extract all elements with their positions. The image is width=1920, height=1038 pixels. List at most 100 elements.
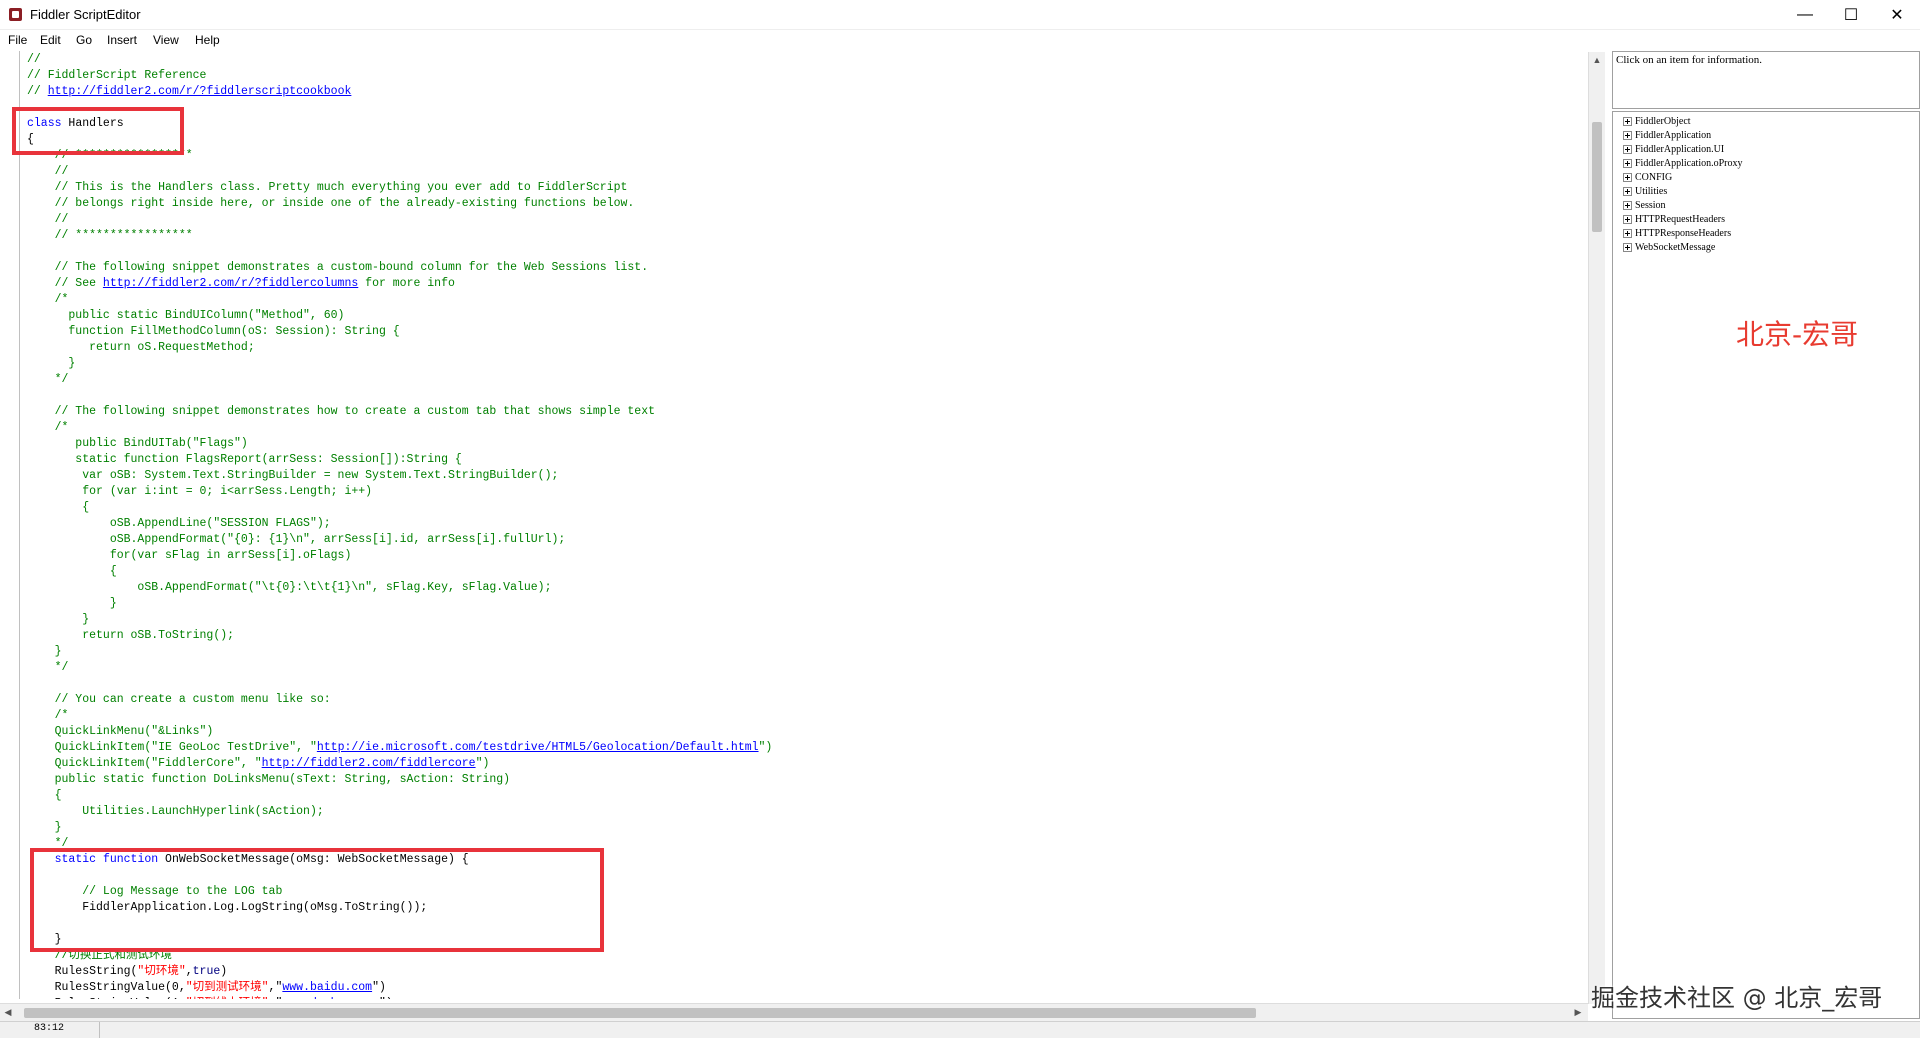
code-line[interactable]: for(var sFlag in arrSess[i].oFlags) <box>27 548 352 564</box>
code-line[interactable]: } <box>27 596 117 612</box>
code-line[interactable]: // <box>27 164 69 180</box>
vertical-scrollbar[interactable]: ▲ <box>1588 52 1605 1004</box>
minimize-button[interactable]: — <box>1782 0 1828 29</box>
code-token: // <box>27 213 69 226</box>
code-line[interactable]: { <box>27 788 62 804</box>
code-line[interactable]: Utilities.LaunchHyperlink(sAction); <box>27 804 324 820</box>
code-line[interactable]: // The following snippet demonstrates ho… <box>27 404 655 420</box>
code-token: { <box>27 565 117 578</box>
code-line[interactable]: QuickLinkMenu("&Links") <box>27 724 214 740</box>
code-token: QuickLinkItem("FiddlerCore", " <box>27 757 262 770</box>
code-link[interactable]: http://ie.microsoft.com/testdrive/HTML5/… <box>317 741 759 754</box>
close-button[interactable]: ✕ <box>1874 0 1920 29</box>
code-line[interactable]: } <box>27 820 62 836</box>
code-line[interactable]: var oSB: System.Text.StringBuilder = new… <box>27 468 558 484</box>
code-line[interactable]: /* <box>27 708 69 724</box>
code-token: } <box>27 821 62 834</box>
tree-item-label: FiddlerApplication.UI <box>1635 143 1725 155</box>
menu-view[interactable]: View <box>153 33 179 47</box>
tree-item-httprequestheaders[interactable]: HTTPRequestHeaders <box>1623 212 1725 226</box>
code-line[interactable]: // <box>27 52 41 68</box>
code-line[interactable]: { <box>27 500 89 516</box>
code-line[interactable]: oSB.AppendFormat("\t{0}:\t\t{1}\n", sFla… <box>27 580 552 596</box>
tree-item-utilities[interactable]: Utilities <box>1623 184 1667 198</box>
code-token: // <box>27 85 48 98</box>
menu-edit[interactable]: Edit <box>40 33 61 47</box>
tree-item-fiddlerapplication[interactable]: FiddlerApplication <box>1623 128 1711 142</box>
code-line[interactable]: } <box>27 356 75 372</box>
code-line[interactable]: // http://fiddler2.com/r/?fiddlerscriptc… <box>27 84 351 100</box>
code-line[interactable]: QuickLinkItem("FiddlerCore", "http://fid… <box>27 756 490 772</box>
code-line[interactable]: // <box>27 212 69 228</box>
tree-item-label: FiddlerApplication <box>1635 129 1712 141</box>
code-line[interactable]: static function FlagsReport(arrSess: Ses… <box>27 452 461 468</box>
tree-item-fiddlerobject[interactable]: FiddlerObject <box>1623 114 1691 128</box>
code-line[interactable]: } <box>27 612 89 628</box>
tree-item-session[interactable]: Session <box>1623 198 1666 212</box>
code-link[interactable]: http://fiddler2.com/fiddlercore <box>262 757 476 770</box>
expand-icon[interactable] <box>1623 214 1632 224</box>
code-line[interactable]: RulesString("切环境",true) <box>27 964 228 980</box>
code-line[interactable]: return oSB.ToString(); <box>27 628 234 644</box>
code-token: oSB.AppendFormat("\t{0}:\t\t{1}\n", sFla… <box>27 581 552 594</box>
code-line[interactable]: function FillMethodColumn(oS: Session): … <box>27 324 399 340</box>
code-line[interactable]: */ <box>27 372 69 388</box>
class-tree[interactable]: FiddlerObject FiddlerApplication Fiddler… <box>1612 111 1920 1019</box>
code-line[interactable]: return oS.RequestMethod; <box>27 340 255 356</box>
code-link[interactable]: www.douban.com <box>282 997 379 999</box>
code-line[interactable]: /* <box>27 420 69 436</box>
tree-item-fiddlerapplication-ui[interactable]: FiddlerApplication.UI <box>1623 142 1724 156</box>
menu-help[interactable]: Help <box>195 33 220 47</box>
code-link[interactable]: http://fiddler2.com/r/?fiddlerscriptcook… <box>48 85 352 98</box>
menu-file[interactable]: File <box>8 33 27 47</box>
tree-item-config[interactable]: CONFIG <box>1623 170 1672 184</box>
code-line[interactable]: oSB.AppendLine("SESSION FLAGS"); <box>27 516 331 532</box>
menu-insert[interactable]: Insert <box>107 33 137 47</box>
code-line[interactable]: RulesStringValue(1,"切到线上环境","www.douban.… <box>27 996 393 999</box>
expand-icon[interactable] <box>1623 242 1632 252</box>
code-token: // ***************** <box>27 229 193 242</box>
code-line[interactable]: // This is the Handlers class. Pretty mu… <box>27 180 628 196</box>
code-line[interactable]: // FiddlerScript Reference <box>27 68 206 84</box>
expand-icon[interactable] <box>1623 158 1632 168</box>
code-line[interactable]: // You can create a custom menu like so: <box>27 692 331 708</box>
scroll-left-arrow-icon[interactable]: ◀ <box>0 1004 16 1021</box>
code-line[interactable]: } <box>27 644 62 660</box>
code-line[interactable]: // belongs right inside here, or inside … <box>27 196 635 212</box>
code-line[interactable]: { <box>27 564 117 580</box>
editor-gutter <box>19 51 20 999</box>
code-line[interactable]: QuickLinkItem("IE GeoLoc TestDrive", "ht… <box>27 740 773 756</box>
expand-icon[interactable] <box>1623 144 1632 154</box>
maximize-button[interactable]: ☐ <box>1828 0 1874 29</box>
code-token: public static BindUIColumn("Method", 60) <box>27 309 345 322</box>
menu-go[interactable]: Go <box>76 33 92 47</box>
vertical-scroll-thumb[interactable] <box>1592 122 1602 232</box>
expand-icon[interactable] <box>1623 116 1632 126</box>
expand-icon[interactable] <box>1623 130 1632 140</box>
tree-item-httpresponseheaders[interactable]: HTTPResponseHeaders <box>1623 226 1731 240</box>
code-line[interactable]: // ***************** <box>27 228 193 244</box>
code-line[interactable]: oSB.AppendFormat("{0}: {1}\n", arrSess[i… <box>27 532 565 548</box>
code-token: var oSB: System.Text.StringBuilder = new… <box>27 469 559 482</box>
code-line[interactable]: for (var i:int = 0; i<arrSess.Length; i+… <box>27 484 372 500</box>
scroll-right-arrow-icon[interactable]: ▶ <box>1570 1004 1586 1021</box>
code-line[interactable]: public static function DoLinksMenu(sText… <box>27 772 511 788</box>
expand-icon[interactable] <box>1623 228 1632 238</box>
tree-item-fiddlerapplication-oproxy[interactable]: FiddlerApplication.oProxy <box>1623 156 1743 170</box>
code-line[interactable]: public static BindUIColumn("Method", 60) <box>27 308 344 324</box>
expand-icon[interactable] <box>1623 200 1632 210</box>
code-link[interactable]: www.baidu.com <box>282 981 372 994</box>
code-line[interactable]: */ <box>27 660 69 676</box>
horizontal-scrollbar[interactable]: ◀ ▶ <box>0 1003 1588 1021</box>
code-link[interactable]: http://fiddler2.com/r/?fiddlercolumns <box>103 277 358 290</box>
code-line[interactable]: // See http://fiddler2.com/r/?fiddlercol… <box>27 276 455 292</box>
tree-item-websocketmessage[interactable]: WebSocketMessage <box>1623 240 1715 254</box>
code-line[interactable]: public BindUITab("Flags") <box>27 436 248 452</box>
code-line[interactable]: RulesStringValue(0,"切到测试环境","www.baidu.c… <box>27 980 386 996</box>
expand-icon[interactable] <box>1623 172 1632 182</box>
scroll-up-arrow-icon[interactable]: ▲ <box>1589 52 1605 68</box>
expand-icon[interactable] <box>1623 186 1632 196</box>
code-line[interactable]: // The following snippet demonstrates a … <box>27 260 649 276</box>
code-line[interactable]: /* <box>27 292 69 308</box>
horizontal-scroll-thumb[interactable] <box>24 1008 1256 1018</box>
